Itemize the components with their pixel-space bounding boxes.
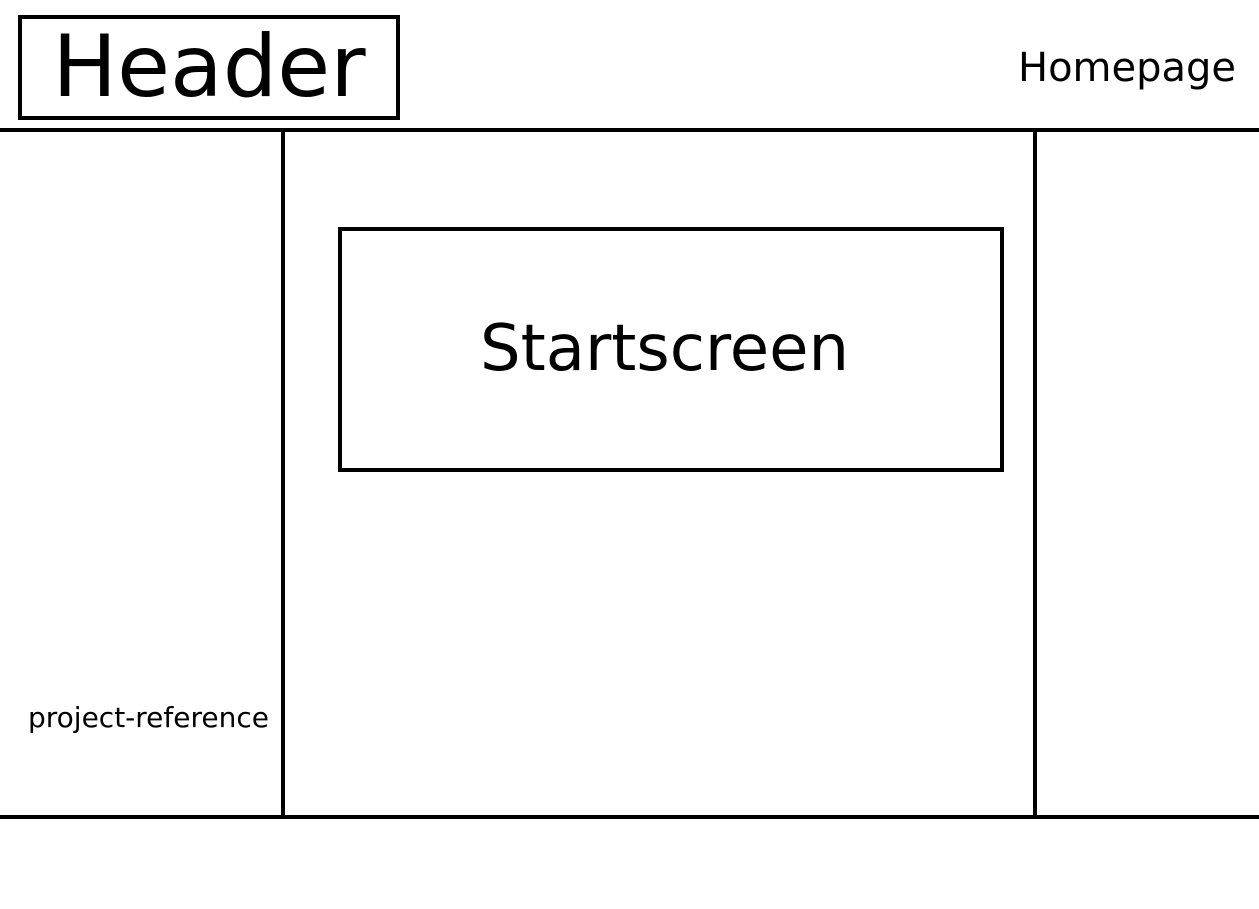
footer-divider — [0, 815, 1259, 819]
left-column-divider — [281, 128, 285, 819]
homepage-label: Homepage — [1018, 45, 1237, 91]
startscreen-label: Startscreen — [480, 312, 850, 386]
header-divider — [0, 128, 1259, 132]
header-box: Header — [18, 15, 400, 120]
right-column-divider — [1033, 128, 1037, 819]
header-label: Header — [52, 16, 366, 117]
project-reference-label: project-reference — [28, 701, 269, 734]
startscreen-box: Startscreen — [338, 227, 1004, 472]
